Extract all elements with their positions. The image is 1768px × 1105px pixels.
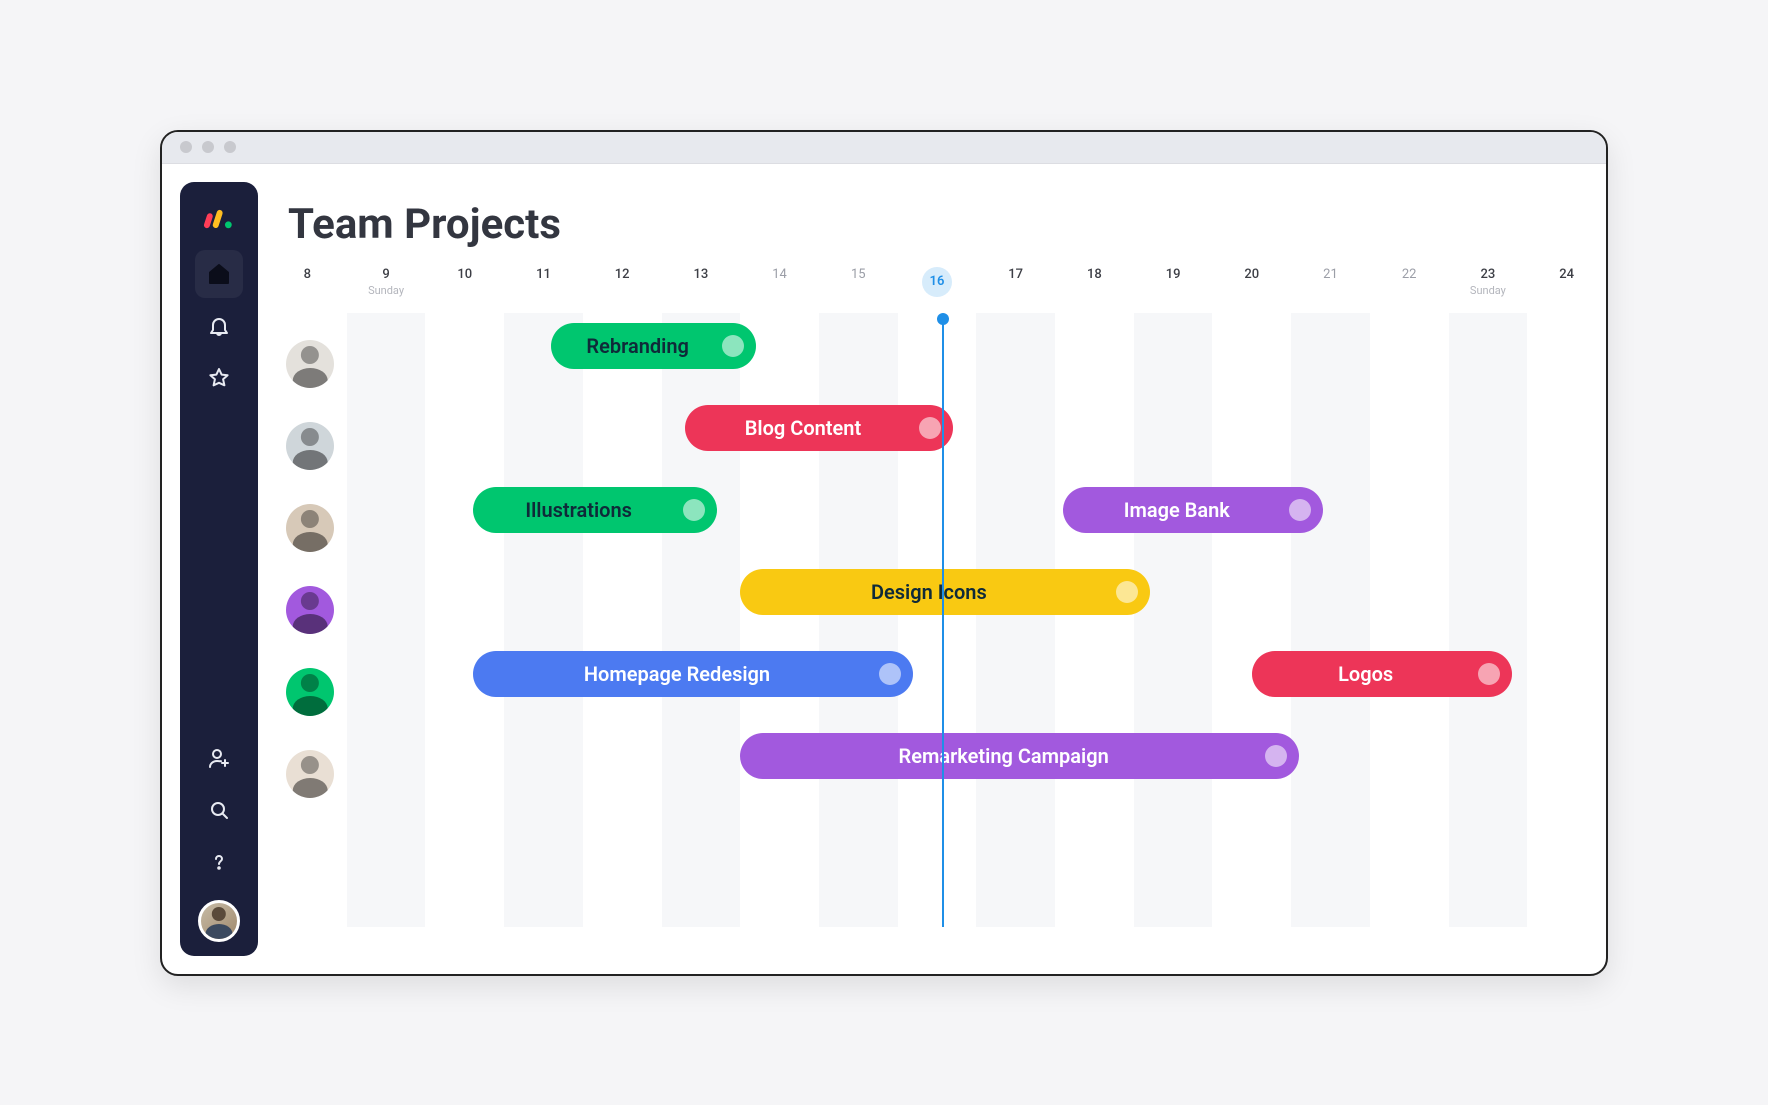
bell-icon [207,314,231,338]
task-handle-icon[interactable] [1478,663,1500,685]
window-dot [180,141,192,153]
task-bar[interactable]: Logos [1252,651,1512,697]
current-user-avatar[interactable] [198,900,240,942]
task-handle-icon[interactable] [683,499,705,521]
page-title: Team Projects [258,200,1606,249]
task-handle-icon[interactable] [1116,581,1138,603]
row-track: Design Icons [268,569,1606,651]
day-column[interactable]: 16 [898,267,977,323]
today-indicator [942,317,944,927]
window-dot [202,141,214,153]
timeline-row: Illustrations Image Bank [268,487,1606,569]
window-chrome [162,132,1606,164]
day-column[interactable]: 12 [583,267,662,323]
day-column[interactable]: 19 [1134,267,1213,323]
add-user-icon [207,746,231,770]
task-handle-icon[interactable] [722,335,744,357]
task-bar[interactable]: Homepage Redesign [473,651,914,697]
assignee-avatar[interactable] [286,504,334,552]
timeline-row: Design Icons [268,569,1606,651]
task-bar[interactable]: Image Bank [1063,487,1323,533]
task-handle-icon[interactable] [1289,499,1311,521]
nav-search[interactable] [195,786,243,834]
timeline-row: Homepage Redesign Logos [268,651,1606,733]
day-column[interactable]: 15 [819,267,898,323]
task-handle-icon[interactable] [879,663,901,685]
day-column[interactable]: 8 [268,267,347,323]
home-icon [207,262,231,286]
task-bar[interactable]: Illustrations [473,487,717,533]
day-column[interactable]: 10 [425,267,504,323]
day-column[interactable]: 18 [1055,267,1134,323]
task-bar[interactable]: Blog Content [685,405,953,451]
timeline-days-header: 89Sunday1011121314151617181920212223Sund… [258,267,1606,323]
task-handle-icon[interactable] [919,417,941,439]
window-dot [224,141,236,153]
day-column[interactable]: 9Sunday [347,267,426,323]
task-bar[interactable]: Remarketing Campaign [740,733,1299,779]
day-column[interactable]: 13 [662,267,741,323]
main-content: Team Projects 89Sunday101112131415161718… [258,164,1606,974]
day-column[interactable]: 11 [504,267,583,323]
day-column[interactable]: 14 [740,267,819,323]
nav-home[interactable] [195,250,243,298]
assignee-avatar[interactable] [286,422,334,470]
day-column[interactable]: 24 [1527,267,1606,323]
app-body: Team Projects 89Sunday101112131415161718… [162,164,1606,974]
star-icon [207,366,231,390]
day-column[interactable]: 17 [976,267,1055,323]
app-logo-icon[interactable] [201,200,237,236]
row-track: Blog Content [268,405,1606,487]
timeline-row: Rebranding [268,323,1606,405]
assignee-avatar[interactable] [286,668,334,716]
row-track: Illustrations Image Bank [268,487,1606,569]
day-column[interactable]: 21 [1291,267,1370,323]
row-track: Rebranding [268,323,1606,405]
nav-help[interactable] [195,838,243,886]
nav-favorites[interactable] [195,354,243,402]
day-column[interactable]: 23Sunday [1449,267,1528,323]
task-bar[interactable]: Rebranding [551,323,756,369]
timeline: 89Sunday1011121314151617181920212223Sund… [258,267,1606,927]
day-column[interactable]: 22 [1370,267,1449,323]
search-icon [207,798,231,822]
timeline-row: Blog Content [268,405,1606,487]
timeline-rows: Rebranding Blog Content Illustrations Image… [258,323,1606,815]
sidebar [180,182,258,956]
row-track: Homepage Redesign Logos [268,651,1606,733]
assignee-avatar[interactable] [286,586,334,634]
task-handle-icon[interactable] [1265,745,1287,767]
assignee-avatar[interactable] [286,340,334,388]
day-column[interactable]: 20 [1212,267,1291,323]
task-bar[interactable]: Design Icons [740,569,1149,615]
help-icon [207,850,231,874]
row-track: Remarketing Campaign [268,733,1606,815]
app-window: Team Projects 89Sunday101112131415161718… [160,130,1608,976]
nav-add-user[interactable] [195,734,243,782]
nav-notifications[interactable] [195,302,243,350]
assignee-avatar[interactable] [286,750,334,798]
timeline-row: Remarketing Campaign [268,733,1606,815]
